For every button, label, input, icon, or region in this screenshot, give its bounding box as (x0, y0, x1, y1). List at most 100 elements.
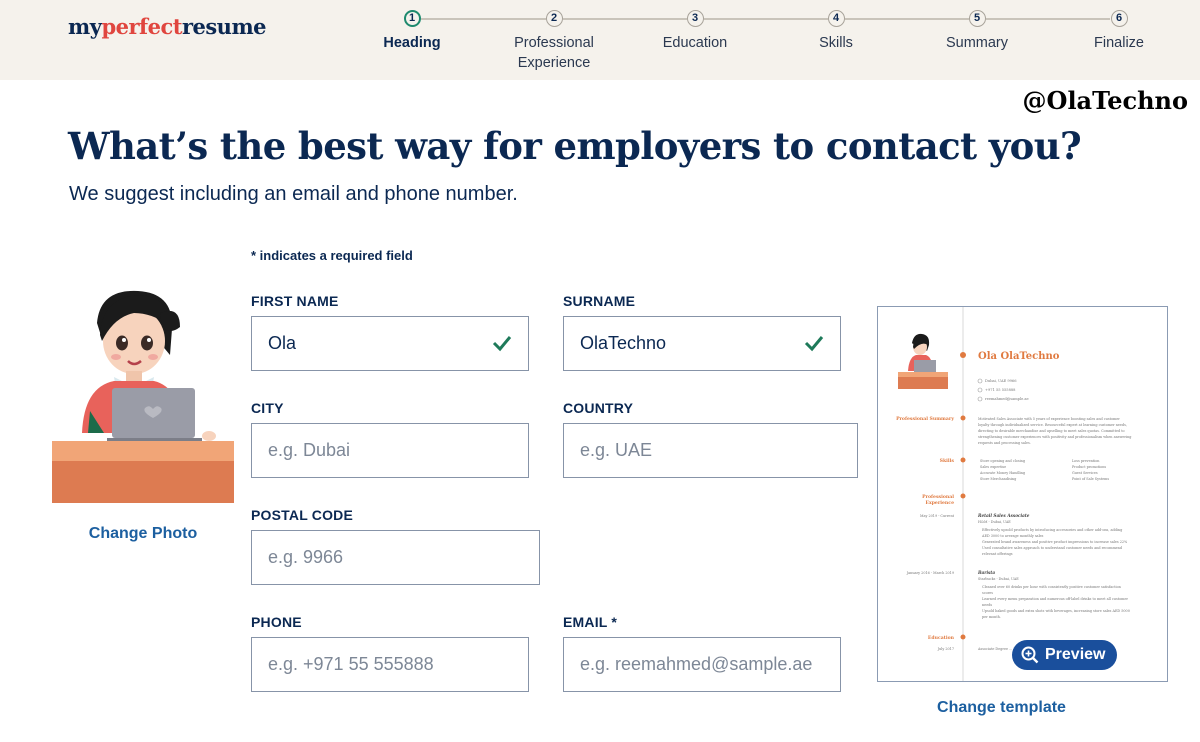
svg-text:Store opening and closing: Store opening and closing (980, 459, 1026, 463)
first-name-input[interactable] (252, 317, 528, 370)
resume-skills-list: Store opening and closing Sales expertis… (979, 459, 1109, 481)
svg-text:strengthening customer experie: strengthening customer experiences with … (978, 435, 1132, 439)
svg-text:Store Merchandising: Store Merchandising (980, 477, 1017, 481)
svg-text:Guest Services: Guest Services (1072, 471, 1098, 475)
step-skills[interactable]: 4 Skills (771, 10, 901, 53)
resume-section-experience-line2: Experience (925, 500, 954, 506)
svg-text:Sales expertise: Sales expertise (980, 465, 1006, 469)
city-field[interactable] (251, 423, 529, 478)
step-label: Education (662, 35, 728, 51)
svg-text:May 2019 - Current: May 2019 - Current (920, 514, 955, 518)
surname-input[interactable] (564, 317, 840, 370)
surname-label: SURNAME (563, 293, 636, 309)
resume-job-2: January 2016 - March 2019 Barista Starbu… (906, 570, 1130, 619)
phone-label: PHONE (251, 614, 302, 630)
step-label: Summary (945, 35, 1009, 51)
step-label: Finalize (1094, 35, 1144, 51)
svg-text:Effectively upsold products by: Effectively upsold products by introduci… (982, 528, 1123, 532)
preview-button[interactable]: Preview (1012, 640, 1117, 670)
step-label: Heading (383, 35, 441, 51)
resume-name: Ola OlaTechno (978, 351, 1060, 362)
postal-code-field[interactable] (251, 530, 540, 585)
postal-code-label: POSTAL CODE (251, 507, 354, 523)
resume-avatar (898, 333, 948, 389)
svg-text:needs: needs (982, 603, 992, 607)
profile-photo[interactable] (52, 283, 234, 503)
step-number: 2 (545, 10, 563, 27)
svg-text:Point of Sale Systems: Point of Sale Systems (1072, 477, 1109, 481)
resume-template-preview[interactable]: Ola OlaTechno Dubai, UAE 9966 +971 55 55… (877, 306, 1168, 682)
preview-button-label: Preview (1045, 646, 1106, 663)
city-label: CITY (251, 400, 284, 416)
resume-summary-text: Motivated Sales Associate with 5 years o… (978, 417, 1132, 445)
step-education[interactable]: 3 Education (630, 10, 760, 53)
check-icon (492, 336, 512, 352)
progress-stepper: 1 Heading 2 Professional Experience 3 Ed… (0, 0, 1200, 80)
zoom-in-icon (1021, 646, 1039, 664)
svg-text:+971 55 555888: +971 55 555888 (985, 388, 1016, 392)
svg-text:Motivated Sales Associate with: Motivated Sales Associate with 5 years o… (978, 417, 1120, 421)
city-input[interactable] (252, 424, 528, 477)
page-title: What’s the best way for employers to con… (68, 124, 1082, 168)
step-label: Professional Experience (514, 35, 594, 71)
step-number: 6 (1110, 10, 1128, 27)
surname-field[interactable] (563, 316, 841, 371)
resume-section-education: Education (928, 635, 955, 641)
first-name-label: FIRST NAME (251, 293, 339, 309)
svg-text:Generated brand awareness and: Generated brand awareness and positive p… (982, 540, 1128, 544)
resume-section-experience: Professional (922, 494, 954, 500)
svg-text:loyalty through individualized: loyalty through individualized service. … (978, 423, 1127, 427)
svg-text:relevant offerings: relevant offerings (982, 552, 1013, 556)
svg-text:Dubai, UAE 9966: Dubai, UAE 9966 (985, 379, 1017, 383)
svg-text:Used consultative sales approa: Used consultative sales approach to unde… (982, 546, 1123, 550)
svg-text:Starbucks - Dubai, UAE: Starbucks - Dubai, UAE (978, 577, 1019, 581)
resume-section-skills: Skills (940, 458, 955, 464)
avatar-illustration (52, 290, 234, 503)
step-number: 5 (968, 10, 986, 27)
resume-section-summary: Professional Summary (896, 416, 954, 422)
svg-text:January 2016 - March 2019: January 2016 - March 2019 (906, 571, 954, 575)
svg-text:reemahmed@sample.ae: reemahmed@sample.ae (985, 397, 1029, 401)
email-label: EMAIL * (563, 614, 618, 630)
svg-text:Barista: Barista (977, 570, 995, 575)
svg-text:per month.: per month. (982, 615, 1001, 619)
step-finalize[interactable]: 6 Finalize (1054, 10, 1184, 53)
step-label: Skills (819, 35, 853, 51)
page-subtitle: We suggest including an email and phone … (69, 183, 518, 205)
svg-text:Accurate Money Handling: Accurate Money Handling (979, 471, 1026, 475)
step-heading[interactable]: 1 Heading (347, 10, 477, 53)
step-summary[interactable]: 5 Summary (912, 10, 1042, 53)
country-input[interactable] (564, 424, 857, 477)
svg-text:directing to desirable merchan: directing to desirable merchandise and u… (978, 429, 1125, 433)
svg-text:July 2017: July 2017 (937, 647, 954, 651)
required-field-note: * indicates a required field (251, 248, 413, 263)
step-number: 4 (827, 10, 845, 27)
country-field[interactable] (563, 423, 858, 478)
phone-input[interactable] (252, 638, 528, 691)
resume-contact: Dubai, UAE 9966 +971 55 555888 reemahmed… (977, 378, 1029, 402)
svg-text:Upsold baked goods and extra s: Upsold baked goods and extra shots with … (982, 609, 1130, 613)
svg-text:AED 3000 to average monthly sa: AED 3000 to average monthly sales (981, 534, 1044, 538)
change-template-link[interactable]: Change template (877, 699, 1126, 717)
phone-field[interactable] (251, 637, 529, 692)
first-name-field[interactable] (251, 316, 529, 371)
svg-text:Cleaned over 60 drinks per hou: Cleaned over 60 drinks per hour with con… (982, 585, 1122, 589)
resume-job-1: May 2019 - Current Retail Sales Associat… (920, 513, 1128, 556)
email-field[interactable] (563, 637, 841, 692)
postal-code-input[interactable] (252, 531, 539, 584)
resume-thumbnail: Ola OlaTechno Dubai, UAE 9966 +971 55 55… (896, 307, 1132, 681)
svg-text:Retail Sales Associate: Retail Sales Associate (977, 513, 1030, 518)
check-icon (804, 336, 824, 352)
svg-text:scores: scores (982, 591, 993, 595)
change-photo-link[interactable]: Change Photo (52, 525, 234, 543)
country-label: COUNTRY (563, 400, 634, 416)
email-input[interactable] (564, 638, 840, 691)
step-professional-experience[interactable]: 2 Professional Experience (489, 10, 619, 73)
svg-text:Loss prevention: Loss prevention (1072, 459, 1100, 463)
step-number: 1 (403, 10, 421, 27)
step-number: 3 (686, 10, 704, 27)
svg-text:Product promotions: Product promotions (1072, 465, 1106, 469)
svg-text:H&M - Dubai, UAE: H&M - Dubai, UAE (978, 520, 1011, 524)
svg-text:Learned every menu preparation: Learned every menu preparation and numer… (982, 597, 1128, 601)
watermark: @OlaTechno (1022, 86, 1188, 115)
